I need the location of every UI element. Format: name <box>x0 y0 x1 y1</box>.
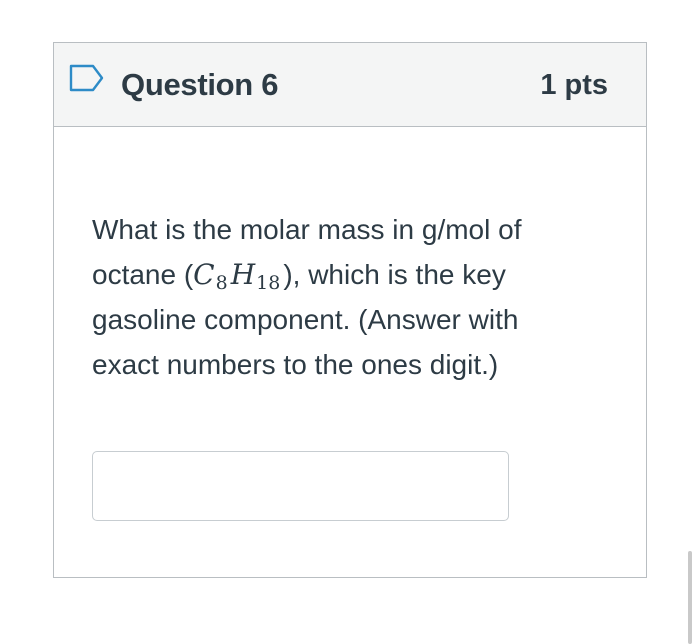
formula-carbon: C <box>193 258 215 291</box>
octane-formula: C8 H18 <box>193 258 283 294</box>
flag-outline-icon[interactable] <box>69 64 105 92</box>
formula-hydrogen: H <box>230 258 256 291</box>
page-scrollbar[interactable] <box>688 551 692 644</box>
formula-carbon-subscript: 8 <box>215 272 228 294</box>
question-header: Question 6 1 pts <box>54 43 646 127</box>
question-title: Question 6 <box>121 67 279 102</box>
formula-hydrogen-subscript: 18 <box>256 272 281 294</box>
quiz-page: Question 6 1 pts What is the molar mass … <box>0 0 700 644</box>
question-text: What is the molar mass in g/mol of octan… <box>92 207 572 387</box>
answer-input[interactable] <box>92 451 509 521</box>
question-points: 1 pts <box>540 69 608 101</box>
question-card: Question 6 1 pts What is the molar mass … <box>53 42 647 578</box>
